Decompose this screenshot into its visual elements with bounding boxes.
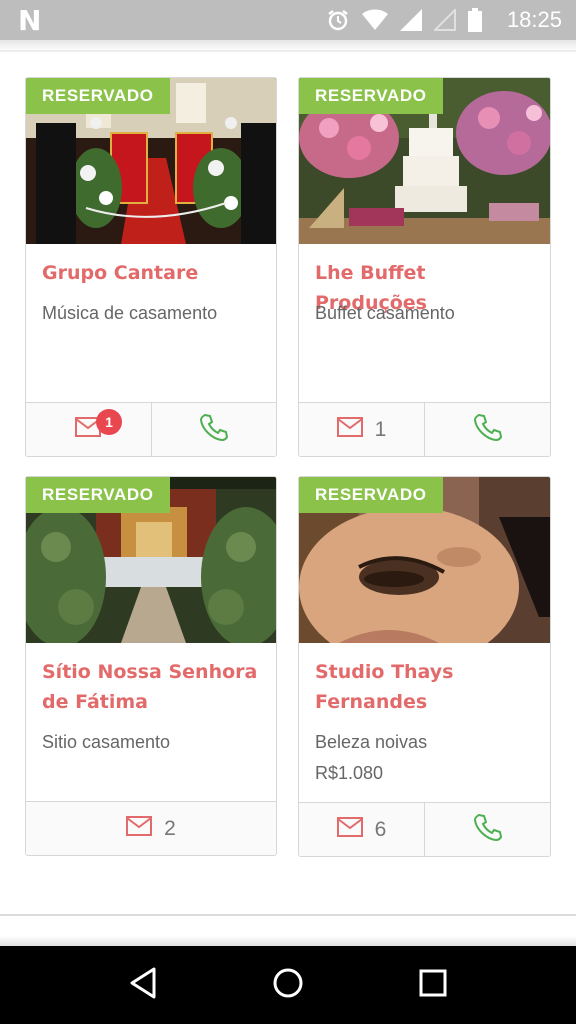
message-count: 2 [164, 816, 176, 840]
vendor-category: Sitio casamento [42, 732, 171, 752]
clock: 18:25 [506, 7, 562, 32]
venue-garden-photo: RESERVADO [26, 477, 276, 643]
navigation-bar [0, 946, 576, 1024]
message-button[interactable]: 2 [26, 802, 276, 855]
back-icon [128, 967, 158, 1004]
home-icon [272, 967, 304, 1004]
reservado-badge: RESERVADO [299, 78, 443, 114]
notification-app-icon: N [18, 4, 42, 37]
card-actions: 1 [26, 402, 276, 456]
bridal-makeup-photo: RESERVADO [299, 477, 550, 643]
signal-empty-icon [434, 9, 456, 31]
mail-icon [336, 417, 363, 442]
battery-icon [468, 8, 482, 32]
status-icons [326, 8, 482, 32]
header-divider [0, 50, 576, 52]
vendor-category: Música de casamento [42, 303, 218, 323]
wedding-cake-buffet-photo: RESERVADO [299, 78, 550, 244]
mail-icon [336, 817, 363, 842]
home-button[interactable] [258, 955, 318, 1015]
footer-shadow [0, 936, 576, 946]
vendor-card[interactable]: RESERVADO Grupo Cantare Música de casame… [25, 77, 277, 457]
card-actions: 6 [299, 802, 550, 856]
call-button[interactable] [424, 403, 550, 456]
alarm-icon [326, 8, 350, 32]
content-divider [0, 914, 576, 916]
message-count: 1 [374, 417, 387, 441]
notification-badge: 1 [96, 409, 122, 435]
reservado-badge: RESERVADO [26, 78, 170, 114]
wedding-ceremony-photo: RESERVADO [26, 78, 276, 244]
call-button[interactable] [424, 803, 550, 856]
message-count: 6 [374, 817, 387, 841]
vendor-price: R$1.080 [315, 763, 384, 783]
vendor-category: Buffet casamento [315, 303, 455, 323]
phone-icon [199, 412, 229, 447]
card-actions: 2 [26, 801, 276, 855]
vendor-title[interactable]: Sítio Nossa Senhora de Fátima [42, 657, 264, 717]
mail-icon [126, 816, 153, 841]
phone-icon [473, 412, 503, 447]
reservado-badge: RESERVADO [299, 477, 443, 513]
back-button[interactable] [113, 955, 173, 1015]
reservado-badge: RESERVADO [26, 477, 170, 513]
recents-button[interactable] [403, 955, 463, 1015]
vendor-category: Beleza noivas [315, 732, 428, 752]
status-bar: N 18:25 [0, 0, 576, 40]
call-button[interactable] [150, 403, 277, 456]
signal-icon [400, 9, 422, 31]
phone-icon [473, 812, 503, 847]
vendor-card[interactable]: RESERVADO Sítio Nossa Senhora de Fátima … [25, 476, 277, 856]
message-button[interactable]: 1 [299, 403, 424, 456]
vendor-title[interactable]: Studio Thays Fernandes [315, 657, 538, 717]
recents-icon [419, 969, 447, 1002]
vendor-card[interactable]: RESERVADO Lhe Buffet Produções Buffet ca… [298, 77, 551, 457]
vendor-title[interactable]: Grupo Cantare [42, 258, 264, 288]
vendor-card[interactable]: RESERVADO Studio Thays Fernandes Beleza … [298, 476, 551, 857]
message-button[interactable]: 6 [299, 803, 424, 856]
wifi-icon [362, 9, 388, 31]
card-actions: 1 [299, 402, 550, 456]
message-button[interactable]: 1 [26, 403, 151, 456]
